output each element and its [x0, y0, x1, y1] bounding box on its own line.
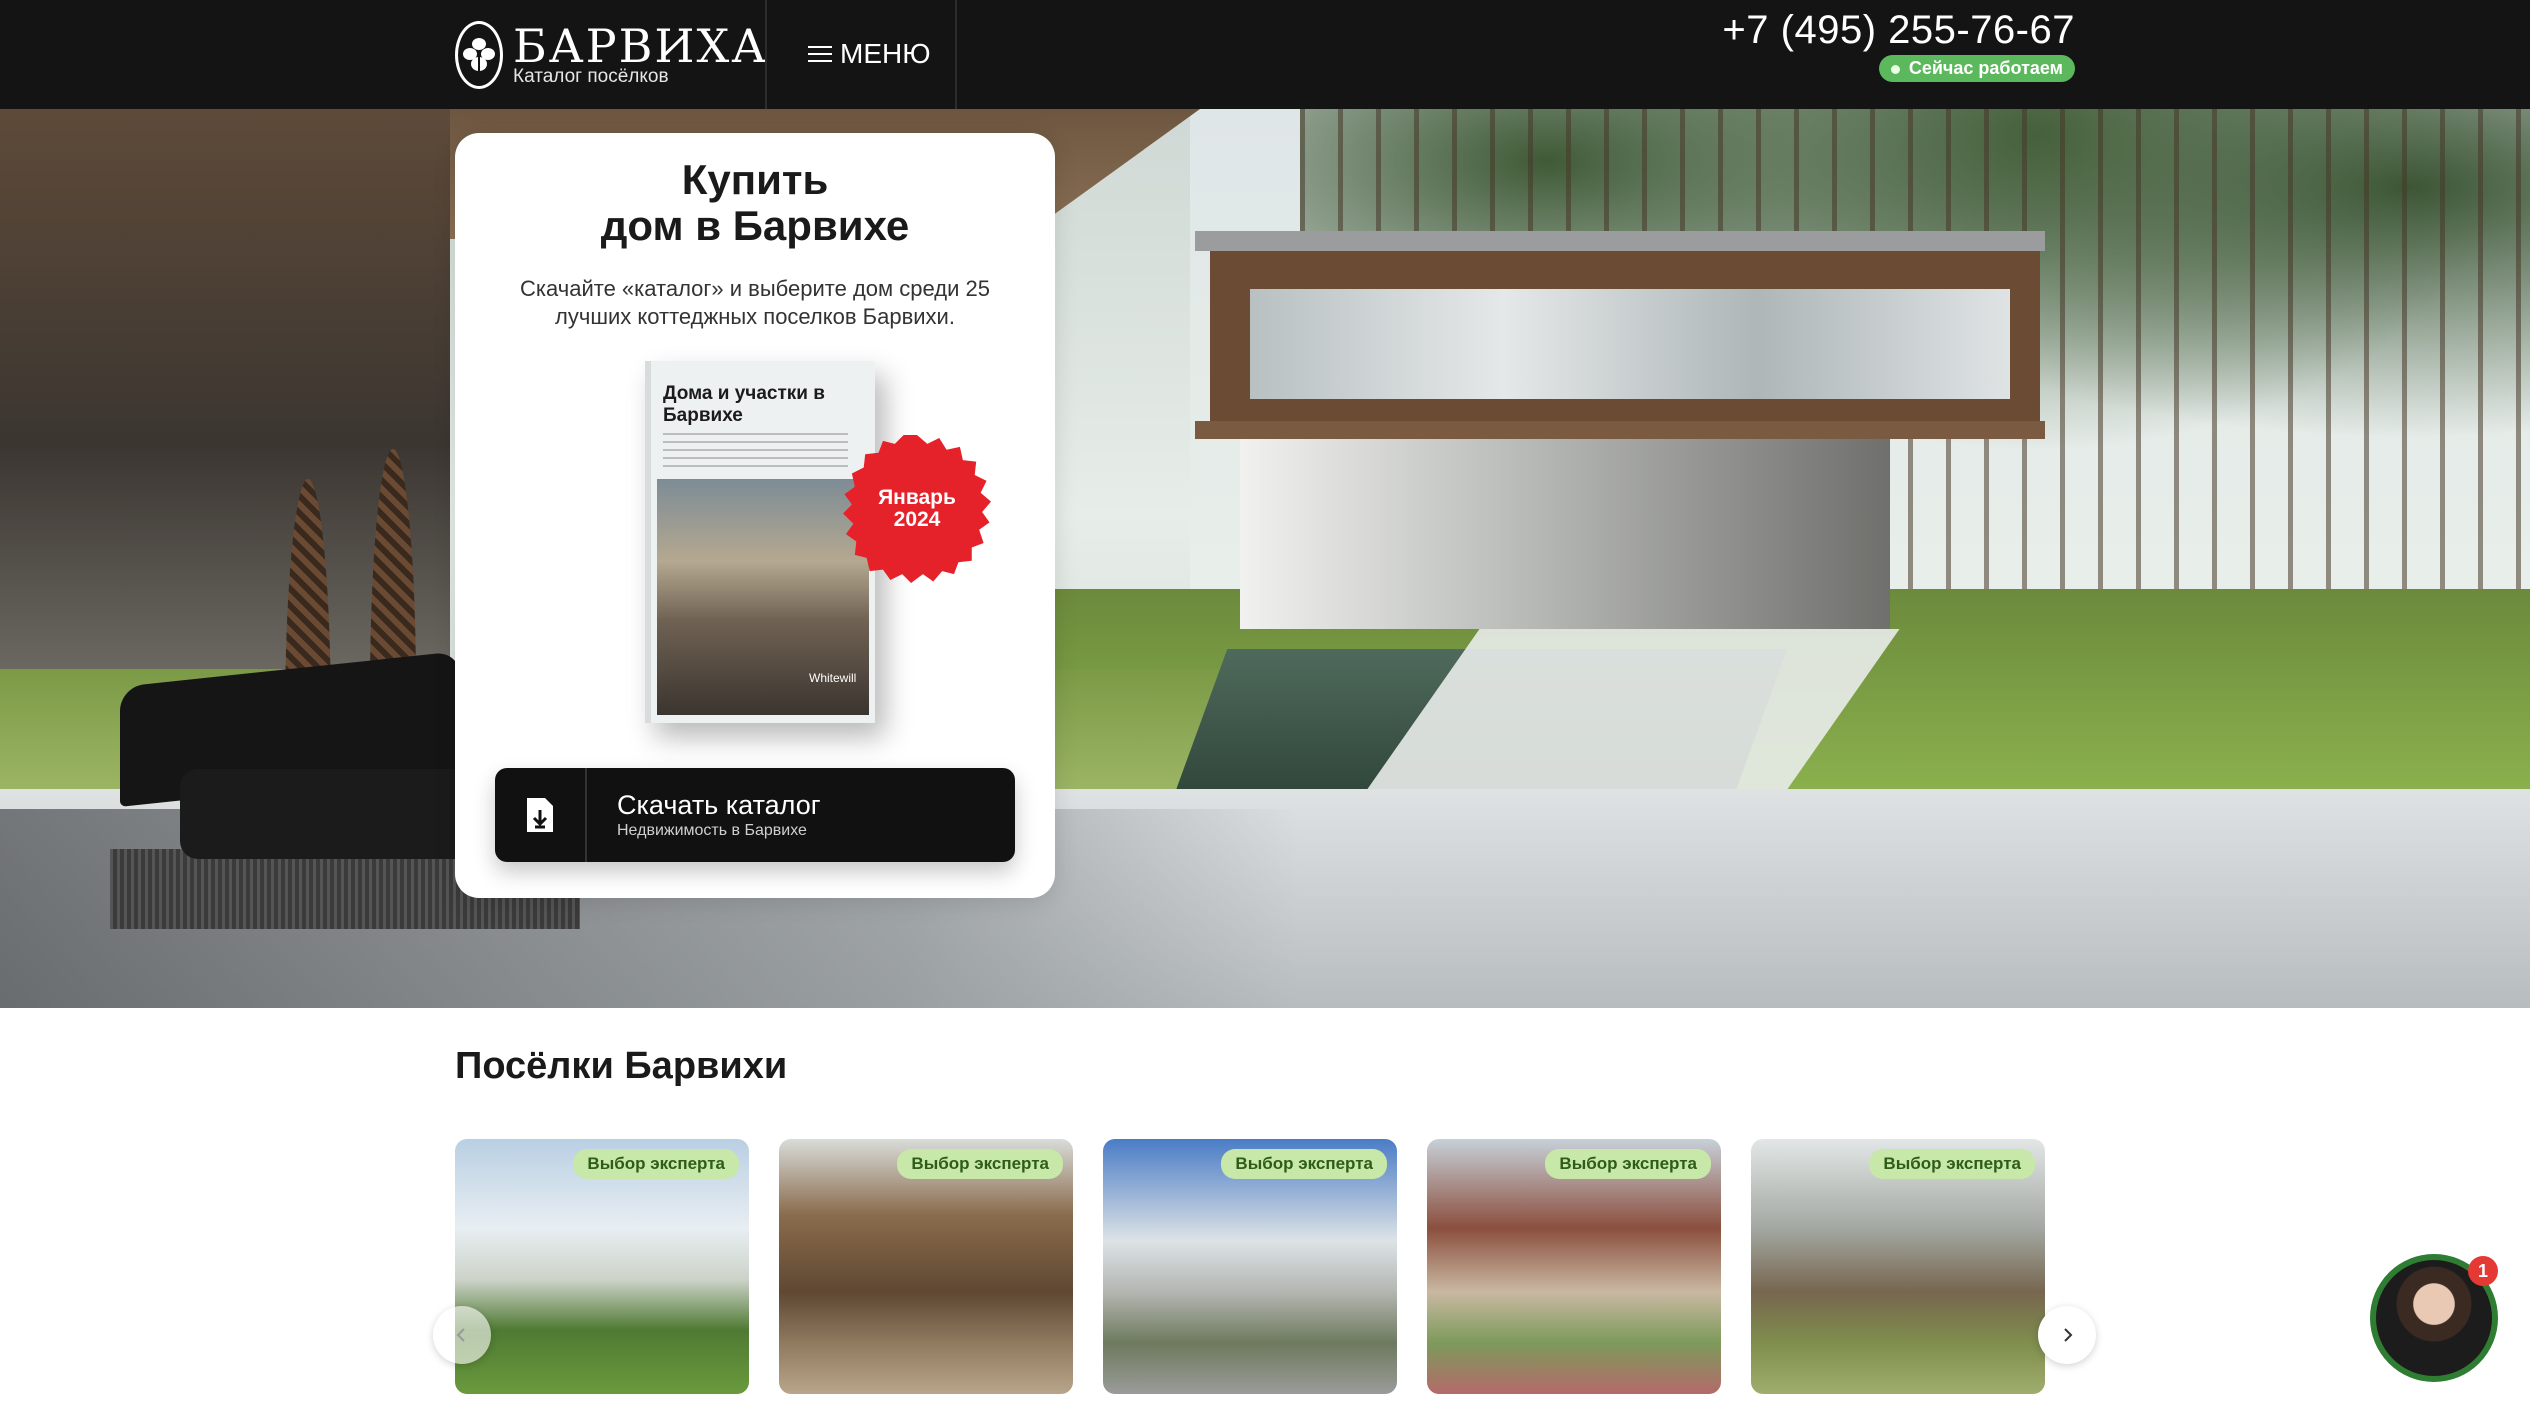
hero-title-line1: Купить [681, 156, 829, 203]
villages-carousel: Выбор эксперта Выбор эксперта Выбор эксп… [455, 1139, 2075, 1394]
book-text-lines [663, 433, 848, 473]
notification-count: 1 [2468, 1256, 2498, 1286]
chevron-right-icon [2064, 1328, 2073, 1342]
badge-month: Январь [878, 486, 956, 509]
hamburger-icon [808, 41, 832, 67]
carousel-prev-button[interactable] [433, 1306, 491, 1364]
expert-badge: Выбор эксперта [573, 1149, 739, 1179]
logo[interactable]: БАРВИХА Каталог посёлков [455, 12, 766, 98]
status-text: Сейчас работаем [1908, 58, 2063, 78]
village-card[interactable]: Выбор эксперта [455, 1139, 749, 1394]
download-label: Скачать каталог [617, 790, 821, 820]
header-divider [765, 0, 767, 109]
book-title: Дома и участки в Барвихе [663, 383, 825, 426]
download-icon [495, 768, 587, 862]
village-card[interactable]: Выбор эксперта [1751, 1139, 2045, 1394]
village-card[interactable]: Выбор эксперта [1427, 1139, 1721, 1394]
hero-title: Купить дом в Барвихе [455, 157, 1055, 249]
download-sublabel: Недвижимость в Барвихе [617, 822, 807, 839]
expert-badge: Выбор эксперта [1545, 1149, 1711, 1179]
status-dot-icon [1890, 65, 1900, 74]
expert-badge: Выбор эксперта [897, 1149, 1063, 1179]
download-catalog-button[interactable]: Скачать каталог Недвижимость в Барвихе [495, 768, 1015, 862]
menu-label: МЕНЮ [840, 38, 931, 69]
chat-widget-button[interactable]: 1 [2370, 1254, 2498, 1382]
expert-badge: Выбор эксперта [1221, 1149, 1387, 1179]
house-windows [1250, 289, 2010, 399]
catalog-book-image: Дома и участки в Барвихе Whitewill [645, 361, 875, 723]
status-badge: Сейчас работаем [1878, 55, 2075, 82]
village-card[interactable]: Выбор эксперта [1103, 1139, 1397, 1394]
logo-title: БАРВИХА [513, 19, 769, 73]
phone-link[interactable]: +7 (495) 255-76-67 [1722, 8, 2075, 53]
header-divider [955, 0, 957, 109]
house-beam [1195, 421, 2045, 439]
hero-banner [0, 109, 2530, 1008]
site-header: БАРВИХА Каталог посёлков МЕНЮ +7 (495) 2… [0, 0, 2530, 109]
pinecone-logo-icon [455, 21, 503, 89]
catalog-card: Купить дом в Барвихе Скачайте «каталог» … [455, 133, 1055, 898]
carousel-next-button[interactable] [2038, 1306, 2096, 1364]
expert-badge: Выбор эксперта [1869, 1149, 2035, 1179]
lounger-seat [180, 769, 480, 859]
village-card[interactable]: Выбор эксперта [779, 1139, 1073, 1394]
badge-year: 2024 [893, 508, 941, 531]
house-roof [1195, 231, 2045, 251]
house-lower-floor [1240, 439, 1890, 629]
hero-title-line2: дом в Барвихе [600, 202, 910, 249]
book-brand: Whitewill [809, 671, 857, 685]
section-title: Посёлки Барвихи [455, 1045, 788, 1087]
hero-description: Скачайте «каталог» и выберите дом среди … [520, 276, 990, 329]
menu-button[interactable]: МЕНЮ [808, 32, 931, 76]
chevron-left-icon [456, 1328, 465, 1342]
